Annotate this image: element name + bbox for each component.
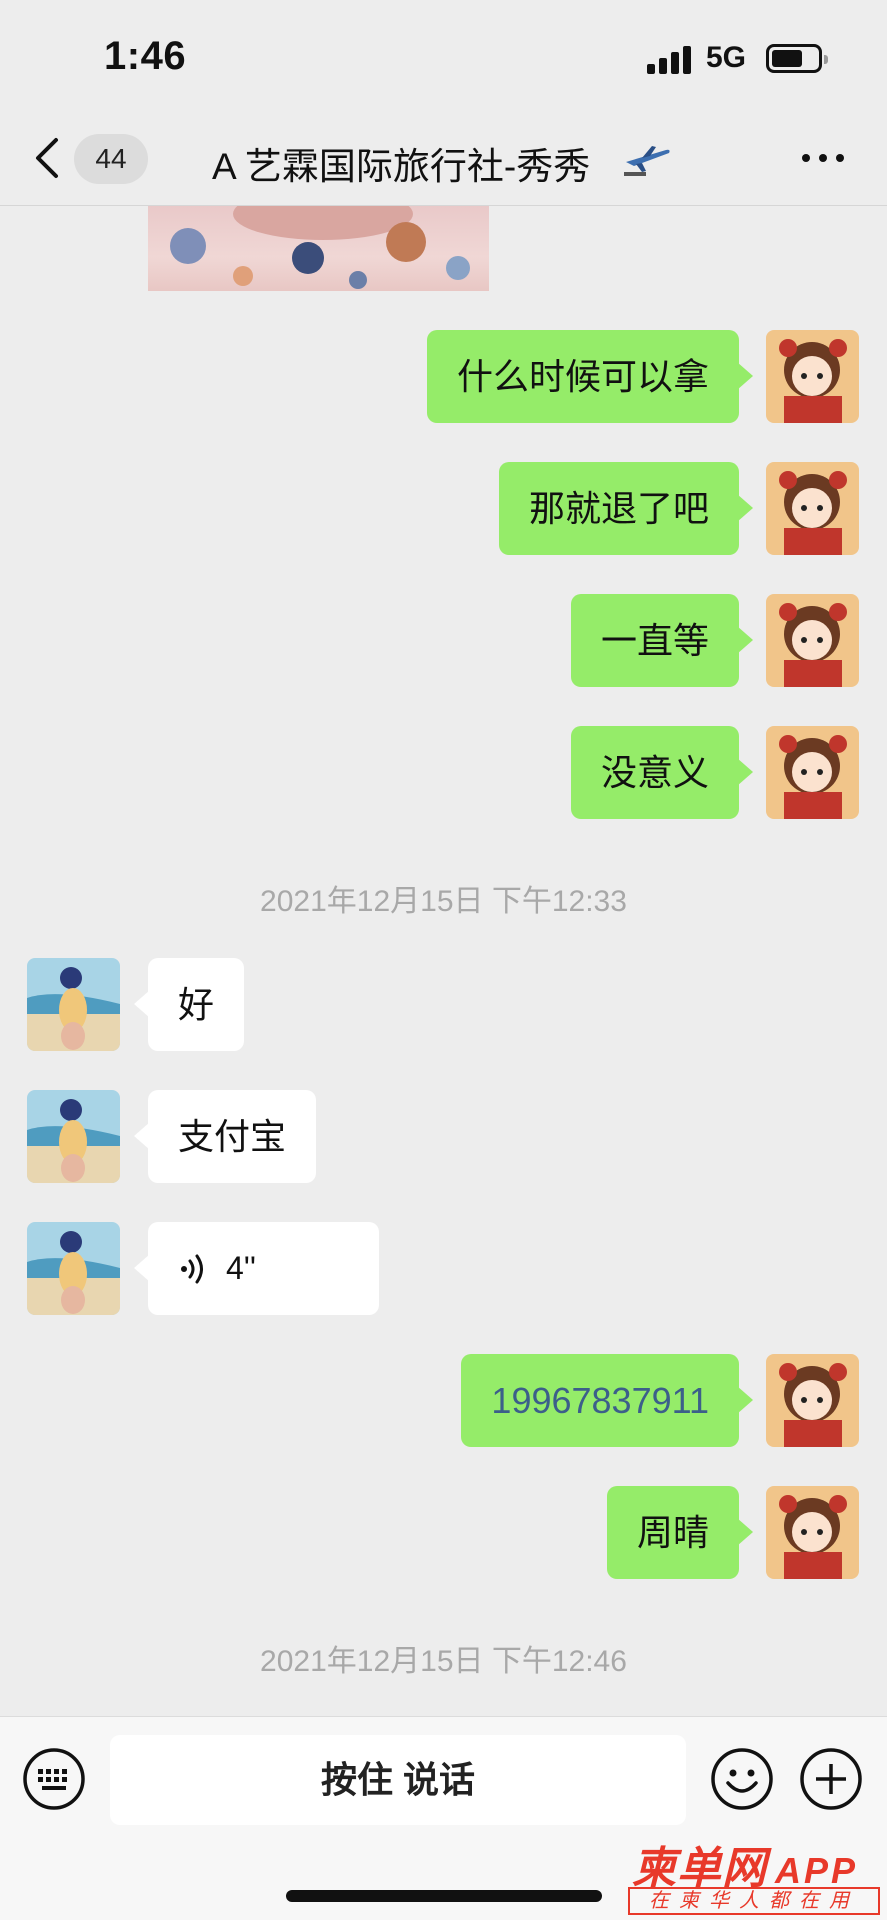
home-indicator[interactable] xyxy=(286,1890,602,1902)
voice-message-bubble[interactable]: 4'' xyxy=(134,1222,379,1315)
my-avatar[interactable] xyxy=(766,594,859,687)
message-row: 4'' xyxy=(0,1222,887,1315)
message-bubble[interactable]: 一直等 xyxy=(570,594,754,687)
message-row: 那就退了吧 xyxy=(0,462,887,555)
plus-icon[interactable] xyxy=(799,1747,863,1811)
phone-number-link[interactable]: 19967837911 xyxy=(491,1380,709,1421)
my-avatar[interactable] xyxy=(766,462,859,555)
network-type: 5G xyxy=(706,41,747,74)
message-row: 好 xyxy=(0,958,887,1051)
keyboard-icon[interactable] xyxy=(22,1747,86,1811)
photo-thumbnail xyxy=(170,206,470,289)
airplane-icon xyxy=(624,146,670,176)
chat-title: A 艺霖国际旅行社-秀秀 xyxy=(212,146,591,187)
emoji-icon[interactable] xyxy=(710,1747,774,1811)
message-bubble[interactable]: 好 xyxy=(133,958,245,1051)
message-bubble[interactable]: 没意义 xyxy=(570,726,754,819)
signal-icon xyxy=(647,44,691,74)
message-row: 没意义 xyxy=(0,726,887,819)
message-row: 什么时候可以拿 xyxy=(0,330,887,423)
battery-icon xyxy=(766,44,828,73)
message-row: 支付宝 xyxy=(0,1090,887,1183)
unread-count-badge[interactable]: 44 xyxy=(74,134,148,184)
watermark-logo: 柬单网 APP 在柬华人都在用 xyxy=(628,1832,883,1918)
message-bubble[interactable]: 什么时候可以拿 xyxy=(426,330,754,423)
timestamp: 2021年12月15日 下午12:46 xyxy=(260,1645,627,1678)
message-bubble[interactable]: 周晴 xyxy=(606,1486,754,1579)
my-avatar[interactable] xyxy=(766,726,859,819)
watermark-slogan: 在柬华人都在用 xyxy=(628,1887,880,1915)
my-avatar[interactable] xyxy=(766,330,859,423)
voice-wave-icon xyxy=(181,1254,203,1284)
status-bar: 1:46 5G xyxy=(0,0,887,110)
message-bubble[interactable]: 19967837911 xyxy=(461,1354,753,1447)
contact-avatar[interactable] xyxy=(27,1222,120,1315)
contact-avatar[interactable] xyxy=(27,1090,120,1183)
message-row: 周晴 xyxy=(0,1486,887,1579)
watermark-app: APP xyxy=(775,1850,859,1891)
contact-avatar[interactable] xyxy=(27,958,120,1051)
message-bubble[interactable]: 支付宝 xyxy=(133,1090,317,1183)
back-chevron-icon[interactable] xyxy=(30,136,66,180)
more-icon[interactable] xyxy=(800,144,846,172)
message-row: 一直等 xyxy=(0,594,887,687)
my-avatar[interactable] xyxy=(766,1354,859,1447)
message-bubble[interactable]: 那就退了吧 xyxy=(498,462,754,555)
chat-header: 44 A 艺霖国际旅行社-秀秀 xyxy=(0,110,887,206)
watermark-name: 柬单网 xyxy=(632,1844,767,1893)
hold-to-talk-button[interactable]: 按住 说话 xyxy=(110,1735,686,1825)
voice-duration: 4'' xyxy=(226,1250,257,1286)
status-time: 1:46 xyxy=(104,34,187,78)
timestamp: 2021年12月15日 下午12:33 xyxy=(260,885,627,918)
my-avatar[interactable] xyxy=(766,1486,859,1579)
image-message[interactable] xyxy=(148,206,489,291)
message-row: 19967837911 xyxy=(0,1354,887,1447)
